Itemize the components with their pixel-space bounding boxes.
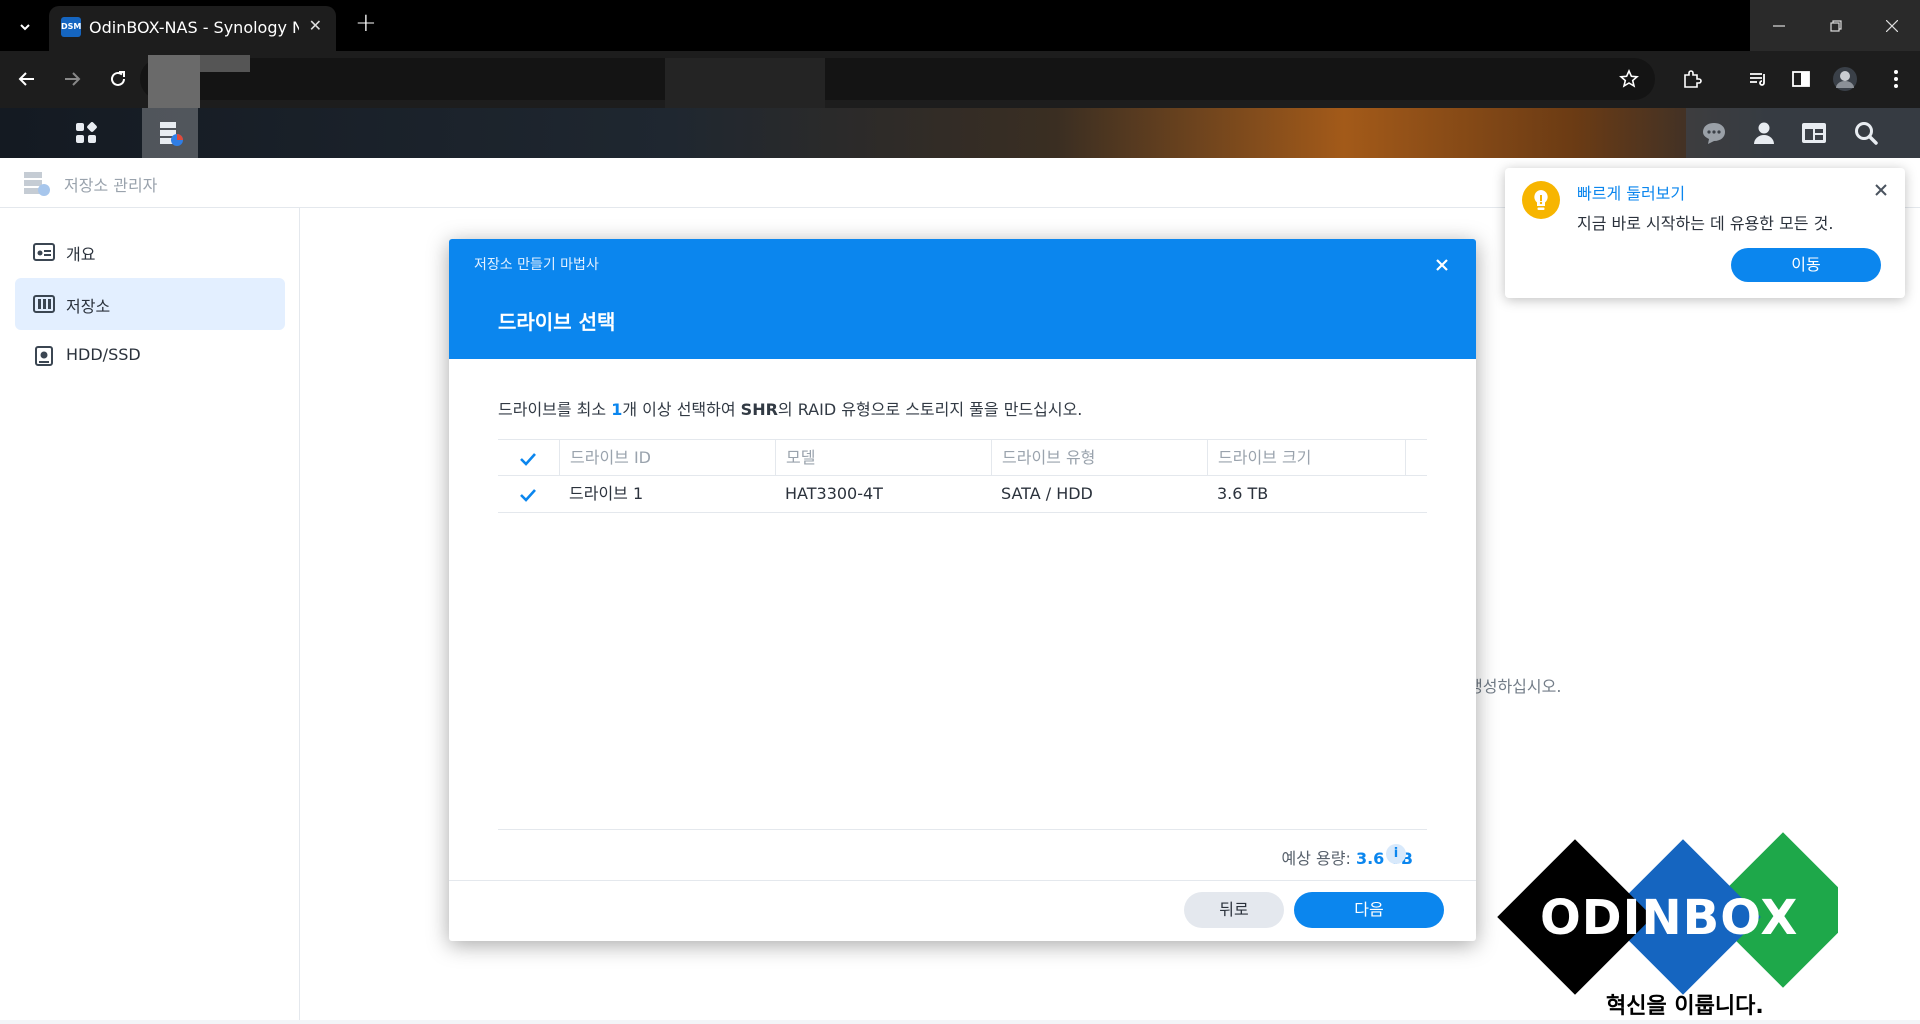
close-icon[interactable] [1871,180,1891,200]
cell-drive-size: 3.6 TB [1217,484,1269,503]
close-icon[interactable] [1430,253,1454,277]
tab-title: OdinBOX-NAS - Synology NAS [89,18,299,37]
sidebar-item-hdd-ssd[interactable]: HDD/SSD [15,330,285,382]
search-icon[interactable] [1838,108,1894,158]
dsm-taskbar [0,108,1920,158]
wizard-step-title: 드라이브 선택 [498,310,616,334]
overview-icon [33,242,55,262]
browser-menu-icon[interactable] [1881,64,1911,94]
odinbox-watermark-logo: ODINBOX 혁신을 이룹니다. [1488,830,1861,1020]
tour-go-button[interactable]: 이동 [1731,248,1881,282]
desc-text: 드라이브를 최소 [498,400,612,419]
table-row[interactable]: 드라이브 1 HAT3300-4T SATA / HDD 3.6 TB [498,476,1427,513]
sidebar-item-storage[interactable]: 저장소 [15,278,285,330]
cell-drive-id: 드라이브 1 [569,484,644,503]
notification-chat-icon[interactable] [1686,108,1742,158]
desc-text: 의 RAID 유형으로 스토리지 풀을 만드십시오. [777,400,1083,419]
table-header: 드라이브 ID 모델 드라이브 유형 드라이브 크기 [498,439,1427,476]
column-header-drive-size[interactable]: 드라이브 크기 [1207,440,1405,476]
column-header-drive-type[interactable]: 드라이브 유형 [991,440,1207,476]
browser-tab-bar: DSM OdinBOX-NAS - Synology NAS ✕ + [0,0,1920,51]
sidebar-item-overview[interactable]: 개요 [15,226,285,278]
tab-search-chevron-icon[interactable] [10,12,40,42]
back-button[interactable]: 뒤로 [1184,892,1284,928]
sidebar: 개요 저장소 HDD/SSD [0,208,300,1020]
profile-avatar[interactable] [1830,64,1860,94]
wizard-title: 저장소 만들기 마법사 [474,257,599,273]
forward-arrow-icon[interactable] [57,64,87,94]
widgets-icon[interactable] [1786,108,1842,158]
media-control-icon[interactable] [1743,64,1773,94]
storage-manager-app-icon [22,170,52,198]
dsm-favicon-icon: DSM [61,17,81,37]
background-hint-text: 생성하십시오. [1468,677,1562,696]
reload-icon[interactable] [103,64,133,94]
desc-min-count: 1 [611,400,623,419]
bookmark-star-icon[interactable] [1614,64,1644,94]
column-header-drive-id[interactable]: 드라이브 ID [559,440,775,476]
select-all-checkbox[interactable] [498,440,559,476]
browser-toolbar [0,51,1920,108]
drive-table: 드라이브 ID 모델 드라이브 유형 드라이브 크기 드라이브 1 HAT330… [498,439,1427,513]
storage-manager-taskbar-icon[interactable] [142,108,198,158]
browser-tab[interactable]: DSM OdinBOX-NAS - Synology NAS ✕ [49,6,336,51]
logo-brand-text: ODINBOX [1540,890,1799,946]
cell-drive-type: SATA / HDD [1001,484,1093,503]
checkmark-icon [520,489,536,502]
window-minimize-icon[interactable] [1750,0,1807,51]
logo-tagline: 혁신을 이룹니다. [1606,994,1764,1019]
next-button[interactable]: 다음 [1294,892,1444,928]
wizard-header: 저장소 만들기 마법사 드라이브 선택 [449,239,1476,359]
column-header-model[interactable]: 모델 [775,440,991,476]
redacted-area [665,58,825,108]
redacted-area [148,55,200,109]
address-bar[interactable] [140,58,1655,100]
side-panel-icon[interactable] [1786,64,1816,94]
divider [498,829,1427,830]
user-account-icon[interactable] [1736,108,1792,158]
redacted-area [200,55,250,72]
capacity-label: 예상 용량: [1281,849,1356,868]
sidebar-item-label: 개요 [66,245,96,264]
window-restore-icon[interactable] [1807,0,1864,51]
sidebar-item-label: 저장소 [66,297,111,316]
info-icon[interactable]: i [1386,844,1406,864]
column-header-spacer [1405,440,1427,476]
row-checkbox[interactable] [498,476,559,512]
sidebar-item-label: HDD/SSD [66,345,141,364]
desc-raid-type: SHR [740,400,778,419]
storage-icon [33,294,55,314]
desc-text: 개 이상 선택하여 [622,400,741,419]
app-title: 저장소 관리자 [64,176,158,195]
window-close-icon[interactable] [1863,0,1920,51]
dsm-taskbar-tray [1686,108,1920,158]
drive-icon [33,346,55,366]
divider [449,880,1476,881]
quick-tour-popover: 빠르게 둘러보기 지금 바로 시작하는 데 유용한 모든 것. 이동 [1505,168,1905,298]
tour-title: 빠르게 둘러보기 [1577,184,1686,203]
wizard-description: 드라이브를 최소 1개 이상 선택하여 SHR의 RAID 유형으로 스토리지 … [498,396,1082,420]
cell-model: HAT3300-4T [785,484,883,503]
tour-description: 지금 바로 시작하는 데 유용한 모든 것. [1577,214,1834,233]
main-menu-grid-icon[interactable] [58,108,114,158]
new-tab-icon[interactable]: + [355,8,377,38]
back-arrow-icon[interactable] [12,64,42,94]
lightbulb-icon [1522,181,1560,219]
checkmark-icon [520,453,536,466]
extensions-puzzle-icon[interactable] [1677,64,1707,94]
tab-close-icon[interactable]: ✕ [309,16,322,35]
create-storage-wizard: 저장소 만들기 마법사 드라이브 선택 드라이브를 최소 1개 이상 선택하여 … [449,239,1476,941]
